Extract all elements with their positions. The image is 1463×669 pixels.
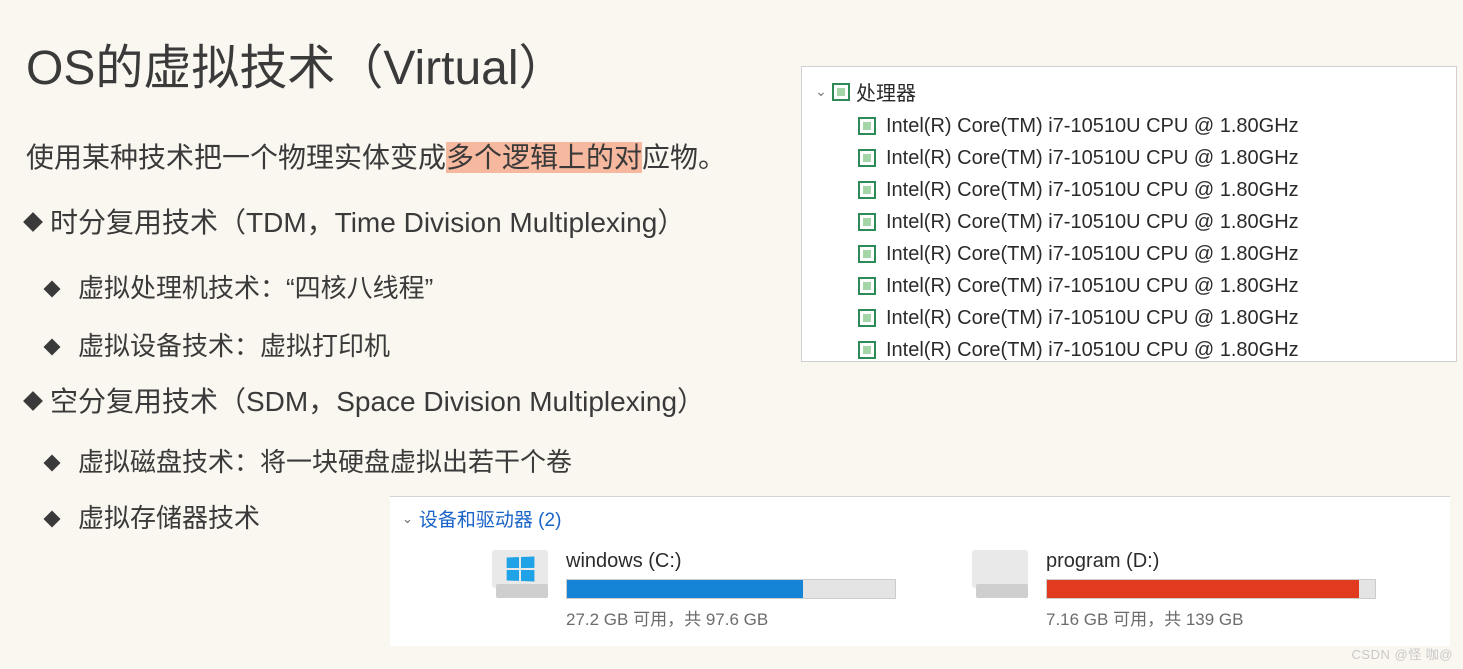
drive-d[interactable]: program (D:) 7.16 GB 可用，共 139 GB	[972, 550, 1392, 630]
drive-c-usage-bar	[566, 579, 896, 599]
bullet-virtual-cpu-label: 虚拟处理机技术：“四核八线程”	[78, 273, 433, 303]
drives-panel: ⌄ 设备和驱动器 (2) windows (C:) 27.2 GB 可用，共 9…	[390, 496, 1450, 646]
drives-header[interactable]: ⌄ 设备和驱动器 (2)	[402, 505, 1438, 532]
drive-d-icon	[972, 550, 1032, 606]
diamond-bullet-icon	[44, 339, 61, 356]
cpu-chip-icon	[858, 149, 876, 167]
chevron-down-icon: ⌄	[812, 83, 830, 100]
diamond-bullet-icon	[44, 281, 61, 298]
tree-root-label: 处理器	[856, 77, 916, 106]
page-title: OS的虚拟技术（Virtual）	[26, 28, 567, 98]
section-sdm-label: 空分复用技术（SDM，Space Division Multiplexing）	[50, 386, 705, 417]
section-sdm: 空分复用技术（SDM，Space Division Multiplexing）	[26, 380, 705, 420]
tree-item-label: Intel(R) Core(TM) i7-10510U CPU @ 1.80GH…	[886, 238, 1299, 270]
tree-item-cpu[interactable]: Intel(R) Core(TM) i7-10510U CPU @ 1.80GH…	[812, 142, 1446, 174]
description: 使用某种技术把一个物理实体变成多个逻辑上的对应物。	[26, 136, 726, 176]
bullet-virtual-disk: 虚拟磁盘技术：将一块硬盘虚拟出若干个卷	[46, 442, 572, 479]
tree-item-label: Intel(R) Core(TM) i7-10510U CPU @ 1.80GH…	[886, 174, 1299, 206]
tree-item-label: Intel(R) Core(TM) i7-10510U CPU @ 1.80GH…	[886, 270, 1299, 302]
tree-item-cpu[interactable]: Intel(R) Core(TM) i7-10510U CPU @ 1.80GH…	[812, 206, 1446, 238]
drive-d-stats: 7.16 GB 可用，共 139 GB	[1046, 605, 1392, 630]
bullet-virtual-disk-label: 虚拟磁盘技术：将一块硬盘虚拟出若干个卷	[78, 447, 572, 477]
tree-item-label: Intel(R) Core(TM) i7-10510U CPU @ 1.80GH…	[886, 142, 1299, 174]
bullet-virtual-memory-label: 虚拟存储器技术	[78, 503, 260, 533]
drive-d-usage-bar	[1046, 579, 1376, 599]
bullet-virtual-memory: 虚拟存储器技术	[46, 498, 260, 535]
chevron-down-icon: ⌄	[402, 511, 413, 527]
tree-item-label: Intel(R) Core(TM) i7-10510U CPU @ 1.80GH…	[886, 302, 1299, 334]
section-tdm-label: 时分复用技术（TDM，Time Division Multiplexing）	[50, 207, 685, 238]
cpu-chip-icon	[858, 341, 876, 359]
tree-item-cpu[interactable]: Intel(R) Core(TM) i7-10510U CPU @ 1.80GH…	[812, 174, 1446, 206]
tree-item-cpu[interactable]: Intel(R) Core(TM) i7-10510U CPU @ 1.80GH…	[812, 270, 1446, 302]
drive-c-name: windows (C:)	[566, 550, 912, 573]
drives-header-label: 设备和驱动器 (2)	[419, 505, 562, 532]
tree-root-processor[interactable]: ⌄ 处理器	[812, 77, 1446, 106]
tree-item-cpu[interactable]: Intel(R) Core(TM) i7-10510U CPU @ 1.80GH…	[812, 302, 1446, 334]
cpu-chip-icon	[858, 245, 876, 263]
bullet-virtual-device: 虚拟设备技术：虚拟打印机	[46, 326, 390, 363]
watermark: CSDN @怪 咖@	[1352, 644, 1453, 663]
drive-c[interactable]: windows (C:) 27.2 GB 可用，共 97.6 GB	[492, 550, 912, 630]
tree-item-label: Intel(R) Core(TM) i7-10510U CPU @ 1.80GH…	[886, 110, 1299, 142]
diamond-bullet-icon	[23, 391, 43, 411]
desc-highlight: 多个逻辑上的对	[446, 142, 642, 173]
cpu-chip-icon	[858, 181, 876, 199]
diamond-bullet-icon	[44, 455, 61, 472]
cpu-chip-icon	[858, 117, 876, 135]
drive-c-stats: 27.2 GB 可用，共 97.6 GB	[566, 605, 912, 630]
bullet-virtual-device-label: 虚拟设备技术：虚拟打印机	[78, 331, 390, 361]
tree-item-cpu[interactable]: Intel(R) Core(TM) i7-10510U CPU @ 1.80GH…	[812, 110, 1446, 142]
desc-pre: 使用某种技术把一个物理实体变成	[26, 142, 446, 173]
bullet-virtual-cpu: 虚拟处理机技术：“四核八线程”	[46, 268, 433, 305]
processor-tree: ⌄ 处理器 Intel(R) Core(TM) i7-10510U CPU @ …	[801, 66, 1457, 362]
cpu-chip-icon	[858, 309, 876, 327]
cpu-chip-icon	[858, 277, 876, 295]
drive-d-name: program (D:)	[1046, 550, 1392, 573]
drive-c-icon	[492, 550, 552, 606]
tree-item-label: Intel(R) Core(TM) i7-10510U CPU @ 1.80GH…	[886, 334, 1299, 366]
section-tdm: 时分复用技术（TDM，Time Division Multiplexing）	[26, 201, 685, 241]
windows-logo-icon	[507, 557, 535, 582]
tree-item-label: Intel(R) Core(TM) i7-10510U CPU @ 1.80GH…	[886, 206, 1299, 238]
desc-post: 应物。	[642, 142, 726, 173]
tree-item-cpu[interactable]: Intel(R) Core(TM) i7-10510U CPU @ 1.80GH…	[812, 238, 1446, 270]
diamond-bullet-icon	[44, 511, 61, 528]
cpu-chip-icon	[858, 213, 876, 231]
diamond-bullet-icon	[23, 212, 43, 232]
cpu-chip-icon	[832, 83, 850, 101]
tree-item-cpu[interactable]: Intel(R) Core(TM) i7-10510U CPU @ 1.80GH…	[812, 334, 1446, 366]
